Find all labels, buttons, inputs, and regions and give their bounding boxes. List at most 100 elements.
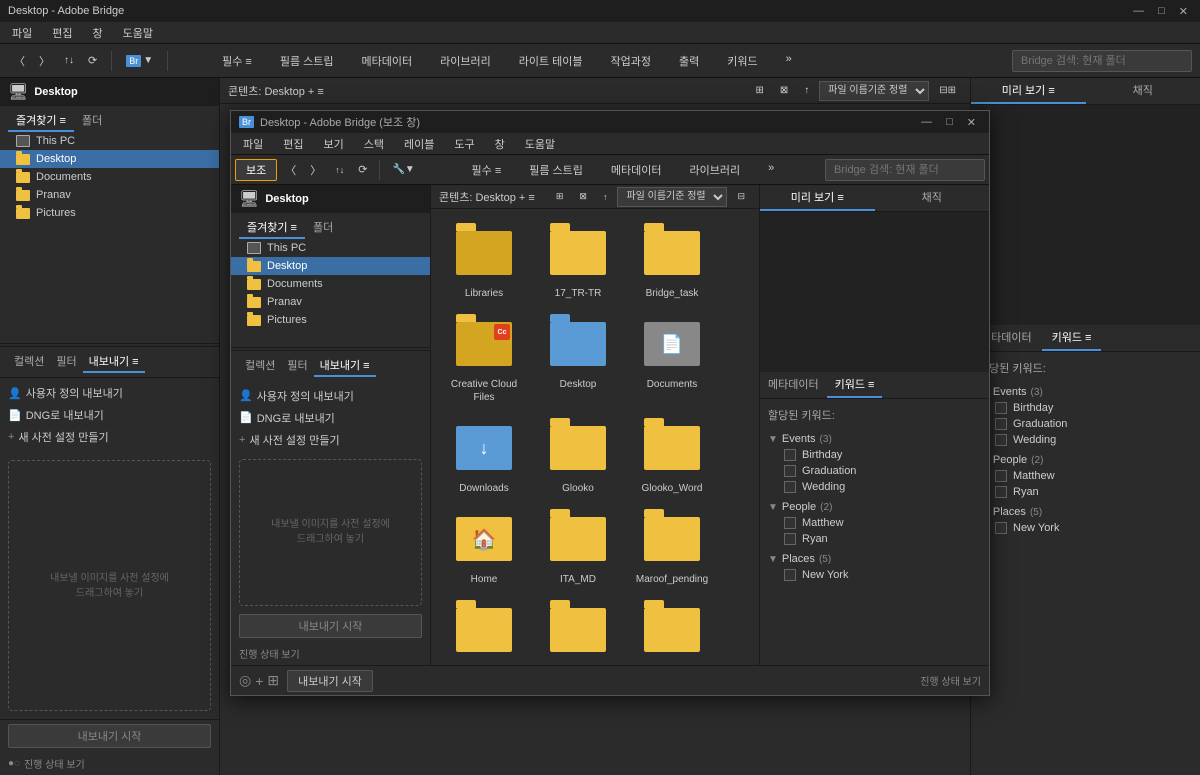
overlay-search-input[interactable] [825,159,985,181]
view-size-large[interactable]: ⊠ [774,82,794,99]
nav-back[interactable]: 〈 [8,50,31,72]
overlay-progress-view[interactable]: 진행 상태 보기 [920,673,981,688]
sidebar-item-pranav[interactable]: Pranav [0,186,219,204]
overlay-nav-next[interactable]: 〉 [304,159,327,181]
overlay-menu-edit[interactable]: 편집 [279,134,307,154]
workspace-output[interactable]: 출력 [673,50,705,72]
overlay-ws-filmstrip[interactable]: 필름 스트립 [523,159,589,181]
keyword-newyork[interactable]: New York [979,520,1192,536]
overlay-people-header[interactable]: ▼ People (2) [768,499,981,515]
overlay-close[interactable]: ✕ [962,116,981,129]
overlay-view1[interactable]: ⊞ [550,188,570,205]
wedding-checkbox[interactable] [995,434,1007,446]
overlay-export-start-btn[interactable]: 내보내기 시작 [287,670,373,692]
overlay-bozo-btn[interactable]: 보조 [235,159,277,181]
overlay-kw-tab[interactable]: 키워드 ≡ [827,372,883,398]
overlay-maximize[interactable]: □ [941,116,958,129]
overlay-kw-graduation[interactable]: Graduation [768,463,981,479]
overlay-file-bridgetask[interactable]: Bridge_task [627,217,717,304]
overlay-sidebar-pranav[interactable]: Pranav [231,293,430,311]
keyword-wedding[interactable]: Wedding [979,432,1192,448]
overlay-minimize[interactable]: — [916,116,937,129]
overlay-sidebar-desktop[interactable]: Desktop [231,257,430,275]
overlay-file-libraries[interactable]: Libraries [439,217,529,304]
ryan-checkbox[interactable] [995,486,1007,498]
events-header[interactable]: ▼ Events (3) [979,384,1192,400]
overlay-kw-matthew[interactable]: Matthew [768,515,981,531]
overlay-birthday-cb[interactable] [784,449,796,461]
overlay-nav-refresh[interactable]: ⟳ [352,160,373,179]
overlay-file-glooko[interactable]: Glooko [533,412,623,499]
new-preset-btn[interactable]: + 새 사전 설정 만들기 [8,426,211,448]
sidebar-item-pictures[interactable]: Pictures [0,204,219,222]
overlay-menu-tools[interactable]: 도구 [450,134,478,154]
overlay-file-ccfiles[interactable]: Cc Creative Cloud Files [439,308,529,408]
places-header[interactable]: ▼ Places (5) [979,504,1192,520]
folders-tab[interactable]: 폴더 [74,110,110,132]
keyword-birthday[interactable]: Birthday [979,400,1192,416]
sidebar-item-documents[interactable]: Documents [0,168,219,186]
keywords-tab-btn[interactable]: 키워드 ≡ [1042,325,1102,351]
overlay-matthew-cb[interactable] [784,517,796,529]
export-start-btn[interactable]: 내보내기 시작 [8,724,211,748]
overlay-events-header[interactable]: ▼ Events (3) [768,431,981,447]
workspace-keywords[interactable]: 키워드 [721,50,763,72]
overlay-folders-tab[interactable]: 폴더 [305,217,341,239]
collection-tab[interactable]: 컬렉션 [8,351,50,373]
keyword-ryan[interactable]: Ryan [979,484,1192,500]
overlay-sort-dropdown[interactable]: 파일 이름기준 정렬 [617,187,727,207]
workspace-essential[interactable]: 필수 ≡ [216,50,258,72]
filter-tab[interactable]: 필터 [50,351,82,373]
overlay-ws-more[interactable]: » [762,159,780,181]
maximize-btn[interactable]: □ [1154,5,1169,18]
workspace-lighttable[interactable]: 라이트 테이블 [513,50,589,72]
overlay-file-maroof[interactable]: Maroof_pending [627,503,717,590]
overlay-ws-library[interactable]: 라이브러리 [684,159,747,181]
overlay-kw-birthday[interactable]: Birthday [768,447,981,463]
overlay-start-btn[interactable]: 내보내기 시작 [239,614,422,638]
overlay-kw-wedding[interactable]: Wedding [768,479,981,495]
overlay-tools[interactable]: 🔧▼ [386,161,420,178]
overlay-nav-prev[interactable]: 〈 [279,159,302,181]
nav-refresh[interactable]: ⟳ [82,51,103,70]
tools-btn[interactable]: Br ▼ [120,52,159,70]
overlay-graduation-cb[interactable] [784,465,796,477]
overlay-view2[interactable]: ⊠ [573,188,593,205]
overlay-dng-export[interactable]: 📄 DNG로 내보내기 [239,407,422,429]
view-toggle[interactable]: ⊟⊞ [933,82,962,99]
overlay-menu-help[interactable]: 도움말 [521,134,559,154]
overlay-export-tab[interactable]: 내보내기 ≡ [314,355,376,377]
overlay-places-header[interactable]: ▼ Places (5) [768,551,981,567]
sidebar-item-thispc[interactable]: This PC [0,132,219,150]
favorites-tab[interactable]: 즐겨찾기 ≡ [8,110,74,132]
overlay-file-md18[interactable]: MD_18_8_23 [439,594,529,665]
nav-forward[interactable]: 〉 [33,50,56,72]
overlay-kw-ryan[interactable]: Ryan [768,531,981,547]
workspace-workflow[interactable]: 작업과정 [605,50,657,72]
search-input[interactable] [1012,50,1192,72]
sort-dropdown[interactable]: 파일 이름기준 정렬 [819,81,929,101]
overlay-preview-tab[interactable]: 미리 보기 ≡ [760,185,875,211]
preview-tab[interactable]: 미리 보기 ≡ [971,78,1086,104]
workspace-filmstrip[interactable]: 필름 스트립 [274,50,340,72]
workspace-library[interactable]: 라이브러리 [434,50,497,72]
overlay-newyork-cb[interactable] [784,569,796,581]
overlay-file-itamd[interactable]: ITA_MD [533,503,623,590]
overlay-file-mdtooltip[interactable]: MDTooltip [627,594,717,665]
overlay-file-home[interactable]: 🏠 Home [439,503,529,590]
overlay-file-documents[interactable]: 📄 Documents [627,308,717,408]
overlay-file-mdgkit[interactable]: MD_Gkit [533,594,623,665]
overlay-ws-metadata[interactable]: 메타데이터 [605,159,668,181]
overlay-menu-window[interactable]: 창 [491,134,509,154]
overlay-nav-up[interactable]: ↑↓ [329,162,350,178]
close-btn[interactable]: ✕ [1175,5,1192,18]
overlay-meta-tab[interactable]: 메타데이터 [760,372,827,398]
matthew-checkbox[interactable] [995,470,1007,482]
overlay-ryan-cb[interactable] [784,533,796,545]
user-export-btn[interactable]: 👤 사용자 정의 내보내기 [8,382,211,404]
overlay-wedding-cb[interactable] [784,481,796,493]
overlay-ws-essential[interactable]: 필수 ≡ [466,159,508,181]
people-header[interactable]: ▼ People (2) [979,452,1192,468]
overlay-progress[interactable]: 진행 상태 보기 [231,642,430,665]
overlay-user-export[interactable]: 👤 사용자 정의 내보내기 [239,385,422,407]
